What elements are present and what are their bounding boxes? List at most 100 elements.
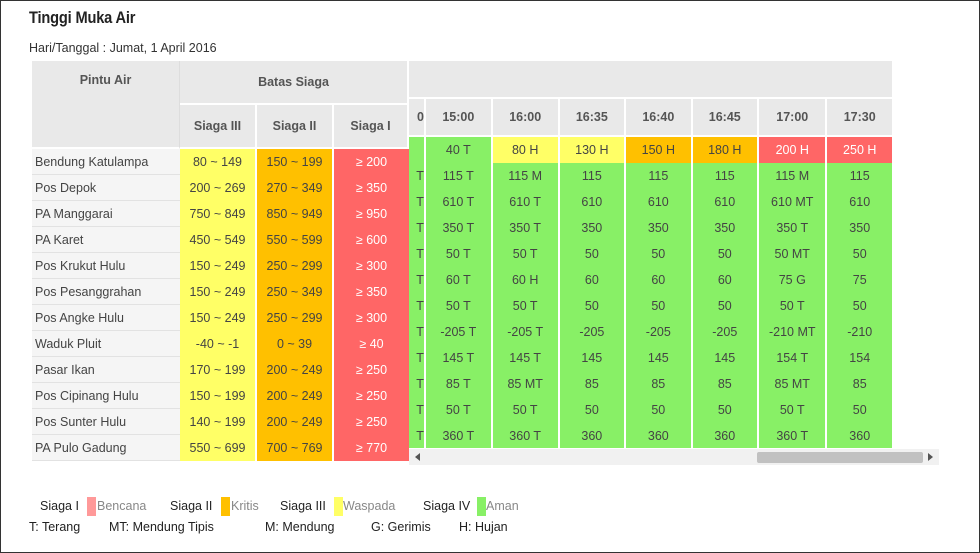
water-level-cell: 85	[827, 371, 894, 397]
water-level-cell: 85	[692, 371, 760, 397]
station-row: Bendung Katulampa 80 ~ 149 150 ~ 199 ≥ 200	[32, 149, 409, 175]
time-row: T 145 T 145 T 145 145 145 154 T 154	[409, 345, 894, 371]
water-level-cell: -205	[559, 319, 627, 345]
water-level-cell: 60	[692, 267, 760, 293]
water-level-cell: 350 T	[759, 215, 828, 241]
water-level-cell: 50	[559, 397, 627, 423]
time-row: T 610 T 610 T 610 610 610 610 MT 610	[409, 189, 894, 215]
legend-siaga-1-desc: Bencana	[97, 499, 147, 513]
water-level-cell: 60	[626, 267, 693, 293]
legend-siaga-1-label: Siaga I	[40, 499, 79, 513]
siaga-1-range: ≥ 950	[334, 201, 409, 227]
time-row: T 85 T 85 MT 85 85 85 85 MT 85	[409, 371, 894, 397]
time-scroll-area[interactable]: 0 15:00 16:00 16:35 16:40 16:45 17:00 17:30 40 …	[409, 61, 938, 448]
siaga-3-range: 750 ~ 849	[180, 201, 257, 227]
station-name: PA Pulo Gadung	[32, 435, 180, 461]
time-row: T 50 T 50 T 50 50 50 50 MT 50	[409, 241, 894, 267]
scroll-left-arrow-icon[interactable]	[415, 453, 420, 461]
legend-siaga-2-desc: Kritis	[231, 499, 259, 513]
water-level-cell: 610 T	[492, 189, 560, 215]
water-level-cell: 115	[626, 163, 693, 189]
time-header: 16:45	[692, 99, 760, 137]
header-siaga-1: Siaga I	[334, 105, 409, 149]
legend-siaga-3-label: Siaga III	[280, 499, 326, 513]
page-title: Tinggi Muka Air	[29, 8, 136, 27]
siaga-3-range: 80 ~ 149	[180, 149, 257, 175]
time-header: 17:00	[759, 99, 828, 137]
siaga-2-range: 0 ~ 39	[257, 331, 334, 357]
siaga-2-range: 250 ~ 299	[257, 305, 334, 331]
station-row: Pos Depok 200 ~ 269 270 ~ 349 ≥ 350	[32, 175, 409, 201]
siaga-2-range: 200 ~ 249	[257, 383, 334, 409]
water-level-cell: 360 T	[425, 423, 493, 448]
water-level-cell: 145 T	[492, 345, 560, 371]
weather-legend-t: T: Terang	[29, 520, 81, 534]
siaga-1-range: ≥ 350	[334, 279, 409, 305]
water-level-cell: 40 T	[425, 137, 493, 163]
water-level-cell: 350	[626, 215, 693, 241]
water-level-cell: T	[409, 163, 426, 189]
water-level-cell: 50	[827, 241, 894, 267]
water-level-cell: 115	[827, 163, 894, 189]
time-table: 0 15:00 16:00 16:35 16:40 16:45 17:00 17:30 40 …	[409, 61, 894, 448]
siaga-1-range: ≥ 250	[334, 357, 409, 383]
water-level-cell: 154	[827, 345, 894, 371]
legend-siaga-4-desc: Aman	[486, 499, 519, 513]
legend-siaga-2-swatch	[221, 497, 230, 516]
time-row: T 360 T 360 T 360 360 360 360 T 360	[409, 423, 894, 448]
header-siaga-2: Siaga II	[257, 105, 334, 149]
water-level-cell: 85	[626, 371, 693, 397]
water-level-cell: 75 G	[759, 267, 828, 293]
water-level-cell: 154 T	[759, 345, 828, 371]
station-name: PA Karet	[32, 227, 180, 253]
legend-siaga-3-swatch	[334, 497, 343, 516]
water-level-cell: 610 T	[425, 189, 493, 215]
siaga-2-range: 200 ~ 249	[257, 357, 334, 383]
station-row: Pos Krukut Hulu 150 ~ 249 250 ~ 299 ≥ 300	[32, 253, 409, 279]
station-row: PA Pulo Gadung 550 ~ 699 700 ~ 769 ≥ 770	[32, 435, 409, 461]
water-level-cell: 145	[559, 345, 627, 371]
threshold-table: Pintu Air Batas Siaga Siaga III Siaga II…	[32, 61, 409, 461]
scroll-right-arrow-icon[interactable]	[928, 453, 933, 461]
water-level-cell: 115	[559, 163, 627, 189]
water-level-cell: 50 T	[759, 293, 828, 319]
time-row: 40 T 80 H 130 H 150 H 180 H 200 H 250 H	[409, 137, 894, 163]
horizontal-scrollbar[interactable]	[409, 449, 939, 465]
water-level-cell: 360 T	[492, 423, 560, 448]
water-level-cell: 50 T	[492, 397, 560, 423]
water-level-cell: 250 H	[827, 137, 894, 163]
station-row: PA Karet 450 ~ 549 550 ~ 599 ≥ 600	[32, 227, 409, 253]
water-level-cell: 350	[692, 215, 760, 241]
station-row: PA Manggarai 750 ~ 849 850 ~ 949 ≥ 950	[32, 201, 409, 227]
water-level-cell: 50	[692, 293, 760, 319]
water-level-cell: 85 MT	[759, 371, 828, 397]
water-level-cell: 60 T	[425, 267, 493, 293]
water-level-cell: 50	[559, 241, 627, 267]
station-name: Pasar Ikan	[32, 357, 180, 383]
weather-legend-h: H: Hujan	[459, 520, 508, 534]
water-level-cell: 85 MT	[492, 371, 560, 397]
siaga-3-range: 170 ~ 199	[180, 357, 257, 383]
siaga-3-range: 140 ~ 199	[180, 409, 257, 435]
weather-legend-m: M: Mendung	[265, 520, 335, 534]
siaga-3-range: 150 ~ 199	[180, 383, 257, 409]
water-level-cell: 145	[692, 345, 760, 371]
time-header: 15:00	[425, 99, 493, 137]
time-row: T 60 T 60 H 60 60 60 75 G 75	[409, 267, 894, 293]
water-level-cell: 50 MT	[759, 241, 828, 267]
water-level-cell: T	[409, 345, 426, 371]
siaga-3-range: 150 ~ 249	[180, 253, 257, 279]
time-header: 17:30	[827, 99, 894, 137]
siaga-2-range: 700 ~ 769	[257, 435, 334, 461]
siaga-1-range: ≥ 40	[334, 331, 409, 357]
water-level-cell: 360	[559, 423, 627, 448]
water-level-cell: 115 M	[759, 163, 828, 189]
water-level-cell: 610 MT	[759, 189, 828, 215]
water-level-cell: 50 T	[425, 293, 493, 319]
water-level-cell: 145 T	[425, 345, 493, 371]
water-level-cell: 50 T	[425, 397, 493, 423]
legend-siaga-1-swatch	[87, 497, 96, 516]
water-level-cell: 610	[692, 189, 760, 215]
scrollbar-thumb[interactable]	[757, 452, 923, 463]
siaga-3-range: -40 ~ -1	[180, 331, 257, 357]
